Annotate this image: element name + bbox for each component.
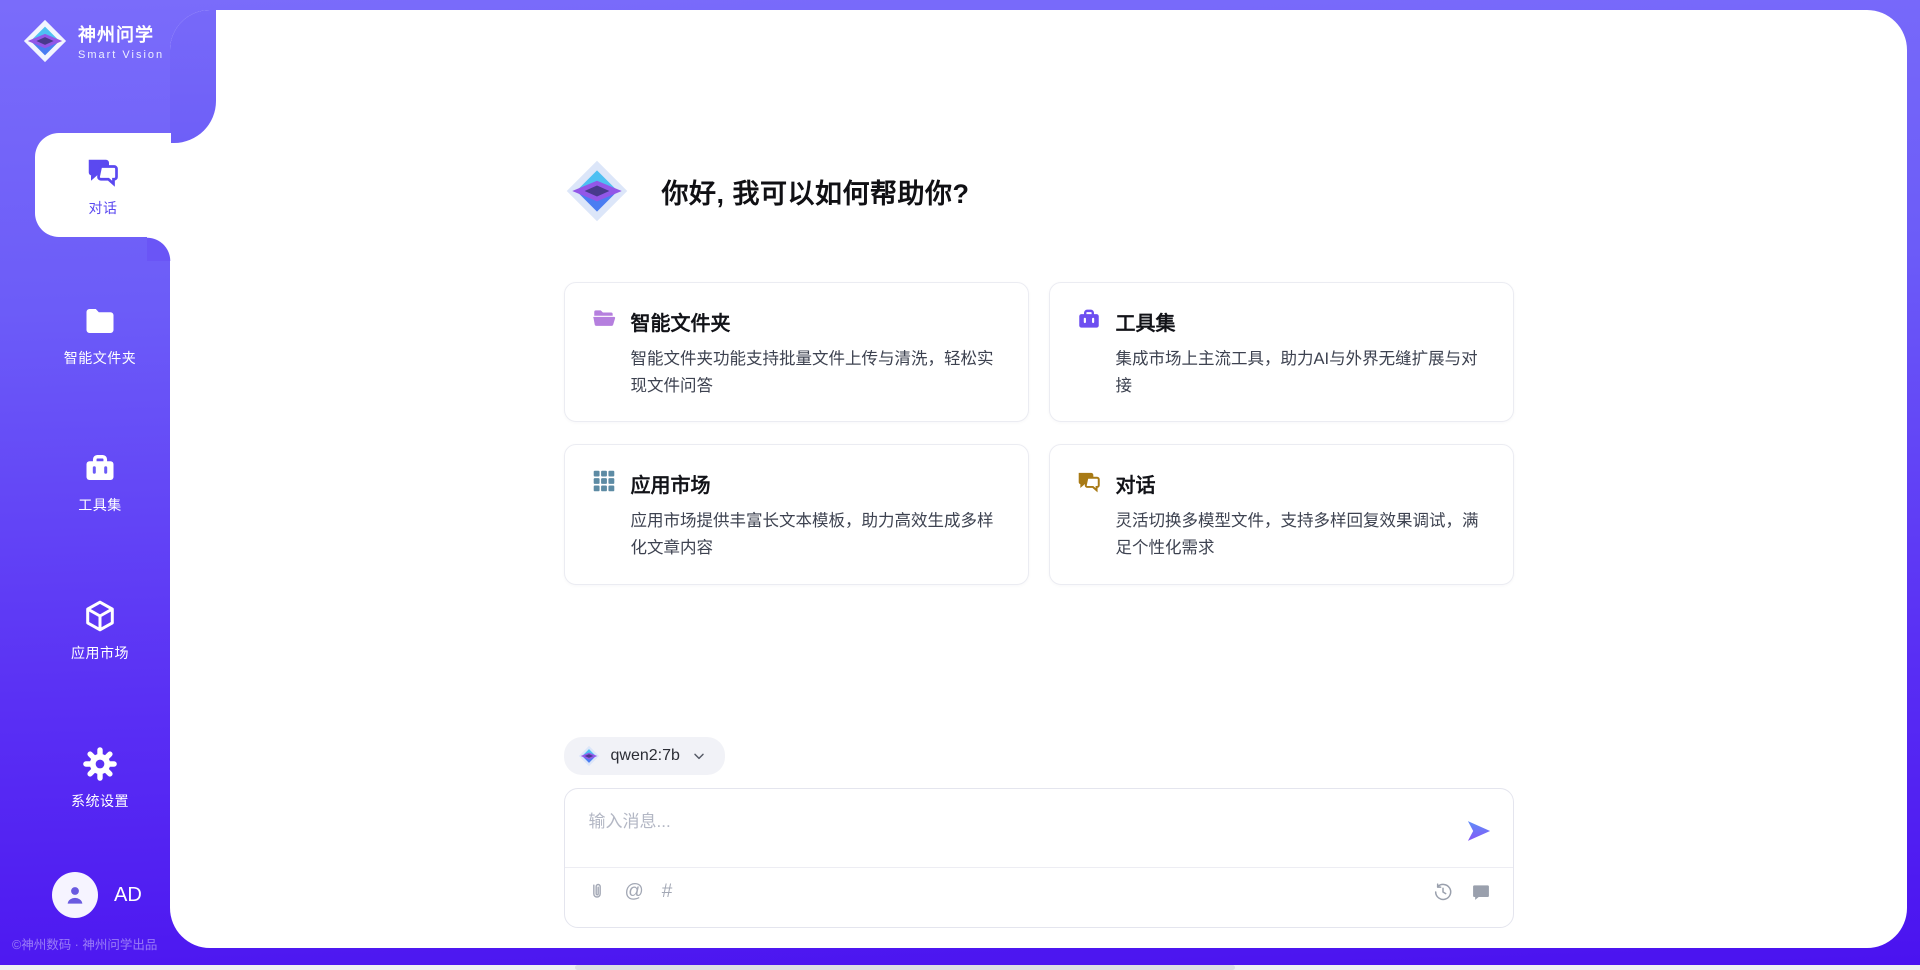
gear-icon xyxy=(82,746,118,782)
card-description: 集成市场上主流工具，助力AI与外界无缝扩展与对接 xyxy=(1116,346,1487,399)
sidebar-item-settings[interactable]: 系统设置 xyxy=(30,726,170,830)
card-title: 对话 xyxy=(1116,469,1487,498)
send-icon xyxy=(1465,817,1493,845)
card-app-market[interactable]: 应用市场 应用市场提供丰富长文本模板，助力高效生成多样化文章内容 xyxy=(564,444,1029,584)
card-description: 智能文件夹功能支持批量文件上传与清洗，轻松实现文件问答 xyxy=(631,346,1002,399)
history-icon[interactable] xyxy=(1433,882,1453,902)
card-smart-folder[interactable]: 智能文件夹 智能文件夹功能支持批量文件上传与清洗，轻松实现文件问答 xyxy=(564,282,1029,422)
card-title: 工具集 xyxy=(1116,307,1487,336)
main-panel: 你好, 我可以如何帮助你? 智能文件夹 智能文件夹功能支持批量文件上传与清洗，轻… xyxy=(170,10,1907,948)
card-description: 灵活切换多模型文件，支持多样回复效果调试，满足个性化需求 xyxy=(1116,508,1487,561)
composer-divider xyxy=(565,867,1513,868)
at-icon[interactable]: @ xyxy=(625,882,644,901)
cube-icon xyxy=(82,598,118,634)
briefcase-icon xyxy=(1076,306,1102,332)
folder-icon xyxy=(82,303,118,339)
scrollbar-thumb[interactable] xyxy=(575,965,1235,970)
chevron-down-icon xyxy=(691,748,707,764)
sidebar-item-app-market[interactable]: 应用市场 xyxy=(30,578,170,682)
paperclip-icon[interactable] xyxy=(587,882,607,902)
folder-open-icon xyxy=(591,306,617,332)
greeting-title: 你好, 我可以如何帮助你? xyxy=(662,172,970,211)
message-input[interactable] xyxy=(589,807,1449,859)
toolbar-right xyxy=(1433,882,1491,902)
avatar xyxy=(52,872,98,918)
brand-diamond-icon xyxy=(22,18,68,64)
sidebar-item-smart-folder[interactable]: 智能文件夹 xyxy=(30,283,170,387)
hash-icon[interactable]: # xyxy=(662,882,673,901)
content-column: 你好, 我可以如何帮助你? 智能文件夹 智能文件夹功能支持批量文件上传与清洗，轻… xyxy=(564,10,1514,928)
card-chat[interactable]: 对话 灵活切换多模型文件，支持多样回复效果调试，满足个性化需求 xyxy=(1049,444,1514,584)
chat-bubbles-icon xyxy=(85,153,121,189)
card-title: 智能文件夹 xyxy=(631,307,1002,336)
model-name: qwen2:7b xyxy=(611,747,680,765)
sidebar-item-label: 对话 xyxy=(89,198,118,218)
card-title: 应用市场 xyxy=(631,469,1002,498)
sidebar: 神州问学 Smart Vision 对话 智能文件夹 工具集 xyxy=(0,0,170,970)
composer: @ # xyxy=(564,788,1514,928)
brand-logo: 神州问学 Smart Vision xyxy=(22,18,164,64)
greeting: 你好, 我可以如何帮助你? xyxy=(564,158,1514,224)
send-button[interactable] xyxy=(1465,817,1493,845)
copyright-text: ©神州数码 · 神州问学出品 xyxy=(12,934,157,953)
composer-toolbar: @ # xyxy=(587,882,1491,902)
sidebar-item-label: 工具集 xyxy=(78,495,122,515)
brand-diamond-icon xyxy=(578,745,600,767)
corner-notch xyxy=(170,10,216,143)
horizontal-scrollbar[interactable] xyxy=(0,965,1920,970)
sidebar-item-label: 应用市场 xyxy=(71,643,129,663)
card-description: 应用市场提供丰富长文本模板，助力高效生成多样化文章内容 xyxy=(631,508,1002,561)
briefcase-icon xyxy=(82,450,118,486)
feature-cards: 智能文件夹 智能文件夹功能支持批量文件上传与清洗，轻松实现文件问答 工具集 集成… xyxy=(564,282,1514,585)
card-toolset[interactable]: 工具集 集成市场上主流工具，助力AI与外界无缝扩展与对接 xyxy=(1049,282,1514,422)
sidebar-item-chat[interactable]: 对话 xyxy=(35,133,171,237)
user-name: AD xyxy=(114,884,142,907)
sidebar-item-label: 智能文件夹 xyxy=(64,348,137,368)
brand-name: 神州问学 xyxy=(78,21,164,47)
brand-diamond-icon xyxy=(564,158,630,224)
sidebar-item-toolset[interactable]: 工具集 xyxy=(30,430,170,534)
user-profile[interactable]: AD xyxy=(52,872,142,918)
sidebar-item-label: 系统设置 xyxy=(71,791,129,811)
toolbar-left: @ # xyxy=(587,882,673,902)
grid-icon xyxy=(591,468,617,494)
brand-subtitle: Smart Vision xyxy=(78,49,164,61)
chat-square-icon[interactable] xyxy=(1471,882,1491,902)
model-selector[interactable]: qwen2:7b xyxy=(564,737,725,775)
chat-bubbles-icon xyxy=(1076,468,1102,494)
person-icon xyxy=(62,882,88,908)
